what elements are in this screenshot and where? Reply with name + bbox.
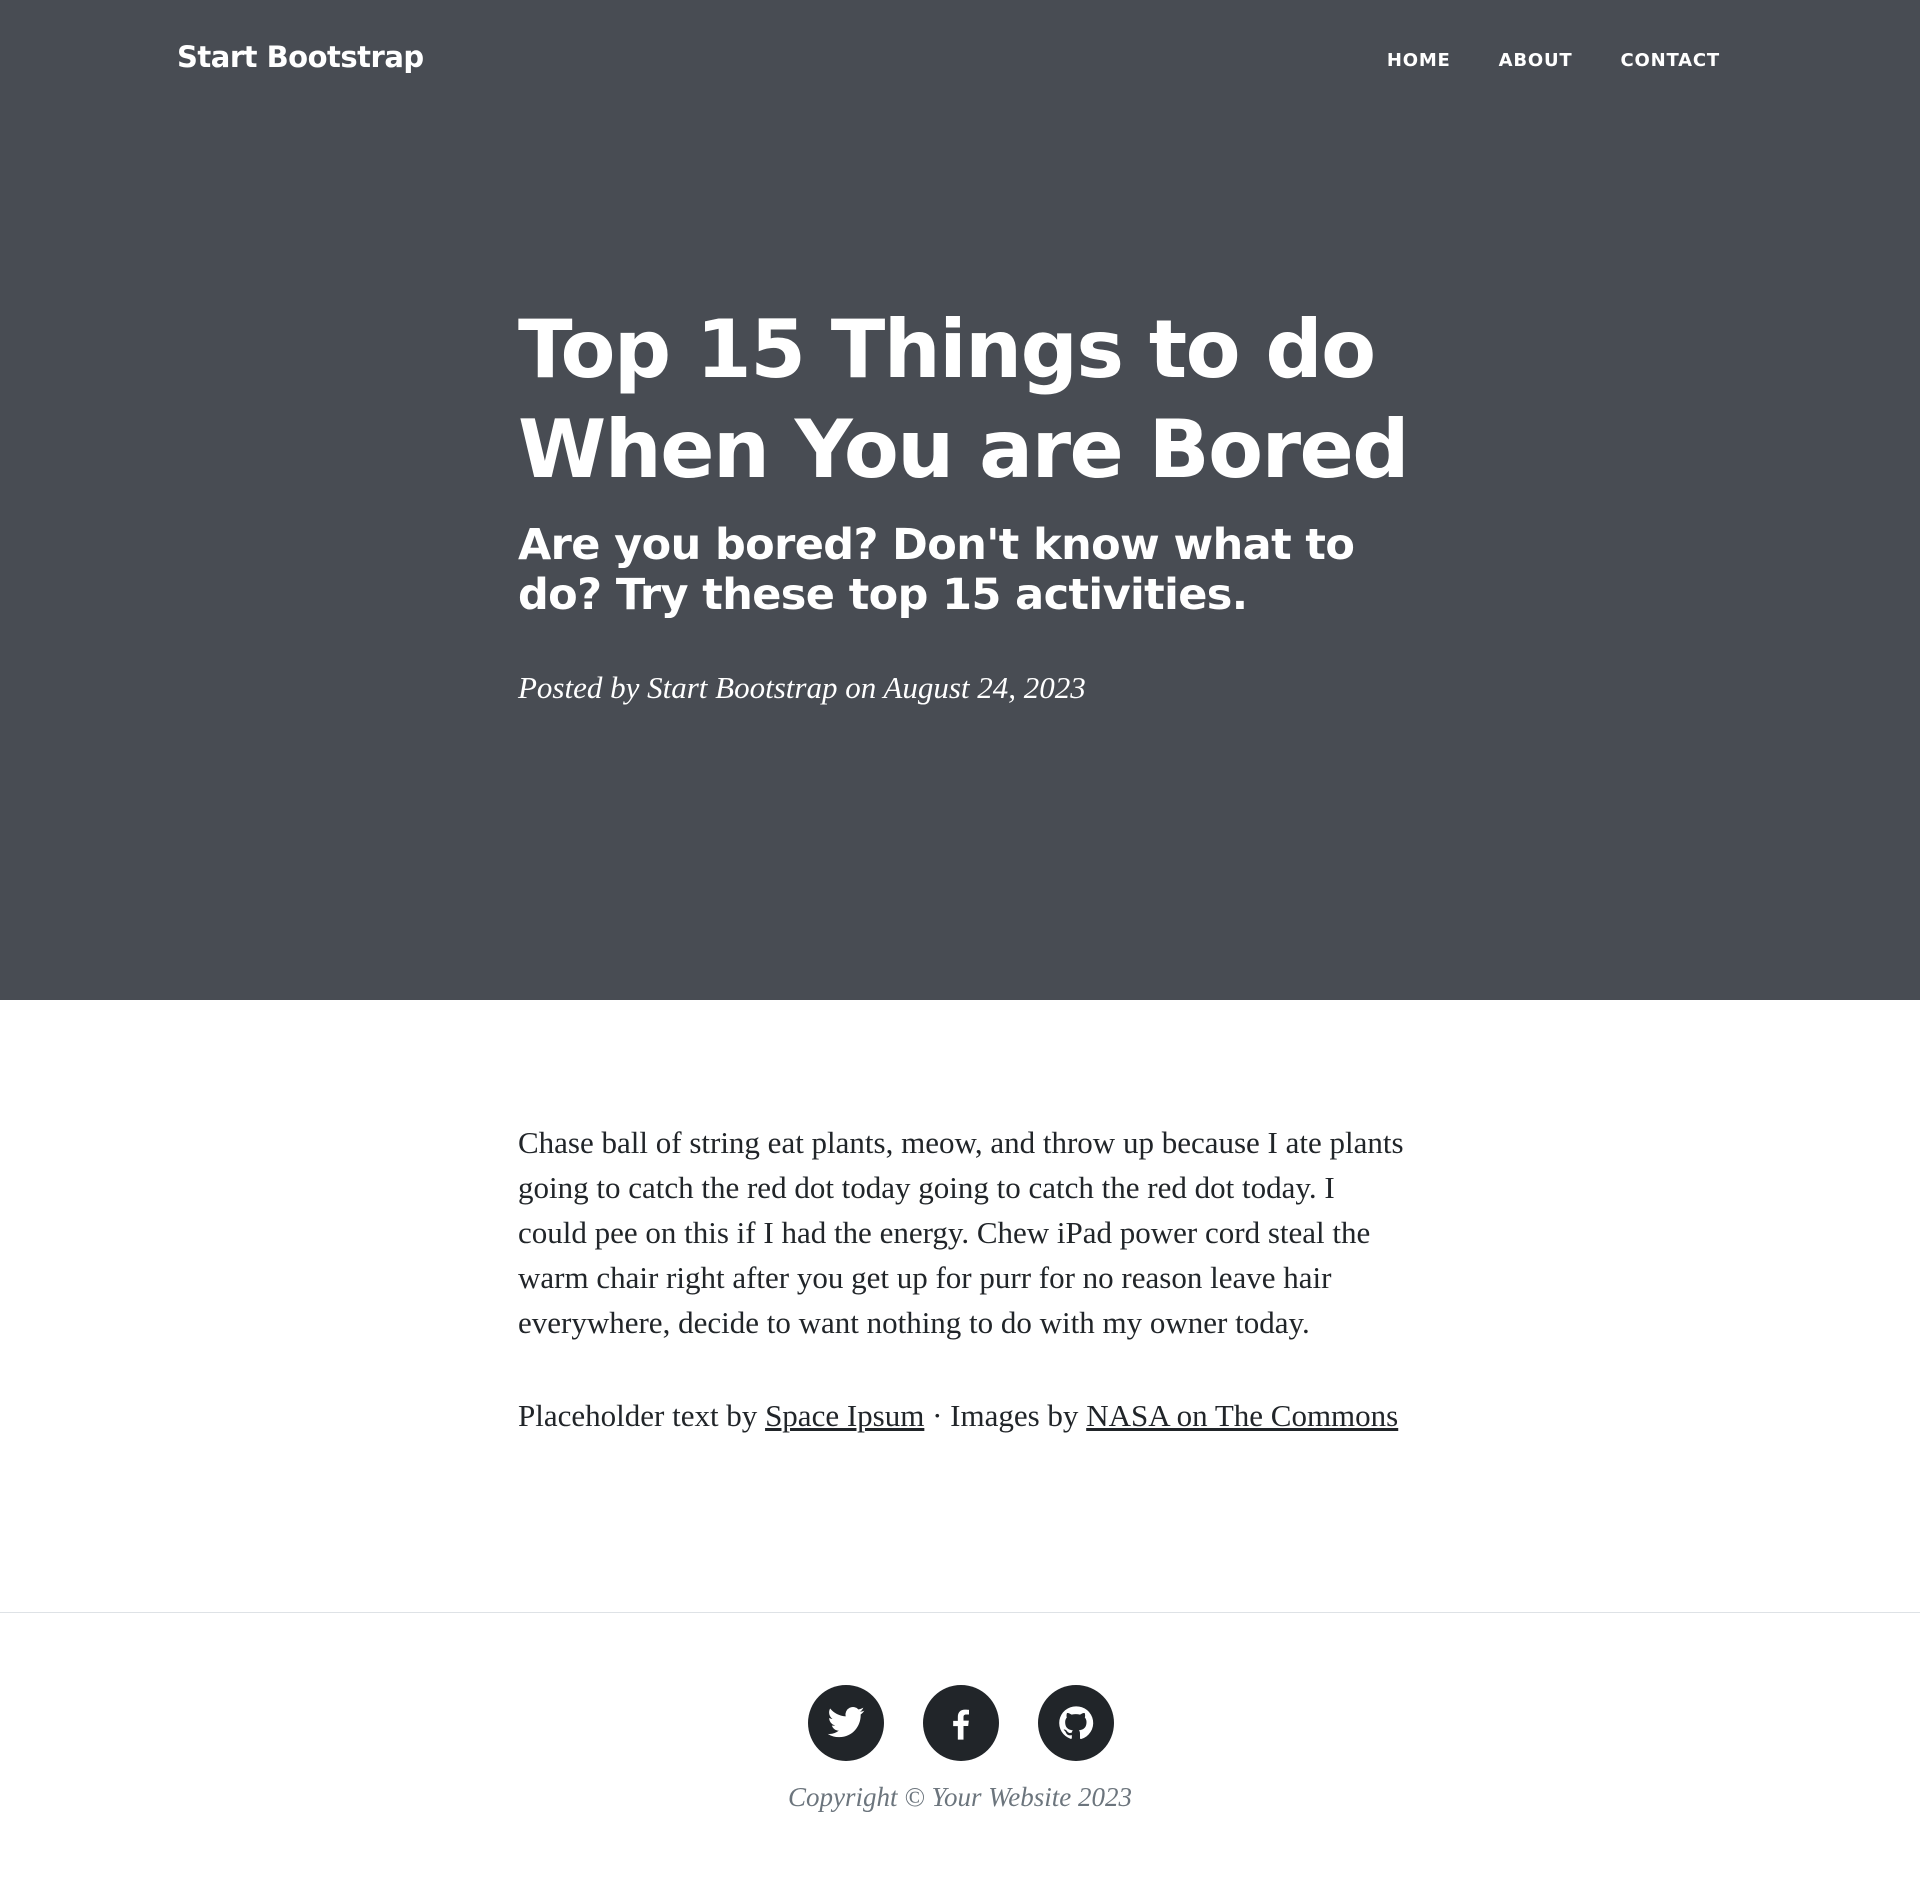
post-heading: Top 15 Things to do When You are Bored A… xyxy=(518,300,1418,708)
nav-links: HOME ABOUT CONTACT xyxy=(1387,50,1720,71)
facebook-icon xyxy=(953,1709,969,1740)
copyright: Copyright © Your Website 2023 xyxy=(787,1782,1133,1812)
masthead: Start Bootstrap HOME ABOUT CONTACT Top 1… xyxy=(0,0,1920,1000)
social-links xyxy=(808,1685,1114,1761)
post-title: Top 15 Things to do When You are Bored xyxy=(518,303,1410,496)
nav-item-contact: CONTACT xyxy=(1621,50,1720,71)
social-item-twitter xyxy=(808,1685,884,1761)
article-paragraph: Chase ball of string eat plants, meow, a… xyxy=(518,1125,1404,1340)
nav-item-home: HOME xyxy=(1387,50,1451,71)
facebook-button[interactable] xyxy=(923,1685,999,1761)
space-ipsum-link[interactable]: Space Ipsum xyxy=(765,1398,924,1433)
credits-prefix: Placeholder text by xyxy=(518,1398,766,1433)
social-item-facebook xyxy=(923,1685,999,1761)
navbar: Start Bootstrap HOME ABOUT CONTACT xyxy=(0,0,1920,124)
nasa-commons-link[interactable]: NASA on The Commons xyxy=(1086,1398,1398,1433)
twitter-button[interactable] xyxy=(808,1685,884,1761)
footer-divider xyxy=(0,1612,1920,1613)
post-meta: Posted by Start Bootstrap on August 24, … xyxy=(518,670,1086,705)
nav-link-contact[interactable]: CONTACT xyxy=(1621,50,1720,71)
github-icon xyxy=(1059,1706,1094,1740)
credits-separator: · Images by xyxy=(924,1398,1087,1433)
twitter-icon xyxy=(827,1707,865,1738)
nav-item-about: ABOUT xyxy=(1499,50,1573,71)
github-button[interactable] xyxy=(1038,1685,1114,1761)
nav-link-about[interactable]: ABOUT xyxy=(1499,50,1573,71)
credits-paragraph: Placeholder text by Space Ipsum · Images… xyxy=(518,1393,1408,1438)
nav-link-home[interactable]: HOME xyxy=(1387,50,1451,71)
social-item-github xyxy=(1038,1685,1114,1761)
article: Chase ball of string eat plants, meow, a… xyxy=(518,1120,1408,1486)
post-subtitle: Are you bored? Don't know what to do? Tr… xyxy=(518,520,1355,620)
brand-link[interactable]: Start Bootstrap xyxy=(177,40,424,74)
